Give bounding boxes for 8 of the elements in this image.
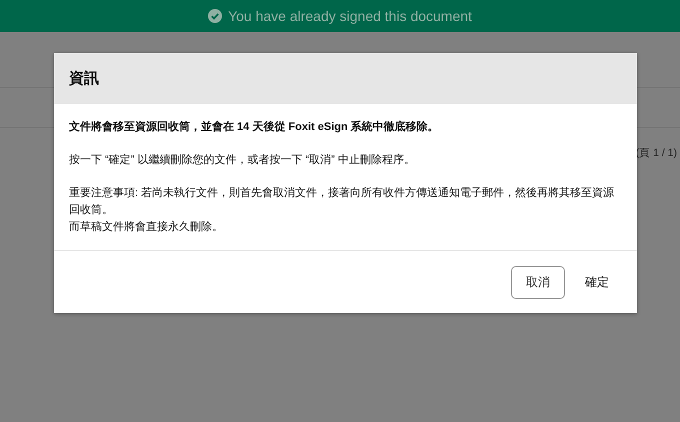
cancel-button[interactable]: 取消 <box>511 266 565 298</box>
check-circle-icon <box>208 9 222 23</box>
message-text: 而草稿文件將會直接永久刪除。 <box>69 220 224 235</box>
message-text: 按一下 “確定” 以繼續刪除您的文件，或者按一下 “取消” 中止刪除程序。 <box>69 152 416 168</box>
message-text: 文件將會移至資源回收筒，並會在 14 天後從 Foxit eSign 系統中徹底移除。 <box>69 120 440 135</box>
message-text: 重要注意事項: 若尚未執行文件，則首先會取消文件，接著向所有收件方傳送通知電子郵件，然後再將其移至資源回收筒。 <box>69 186 616 218</box>
signed-notice: You have already signed this document <box>228 8 472 24</box>
dialog-title: 資訊 <box>69 69 99 88</box>
